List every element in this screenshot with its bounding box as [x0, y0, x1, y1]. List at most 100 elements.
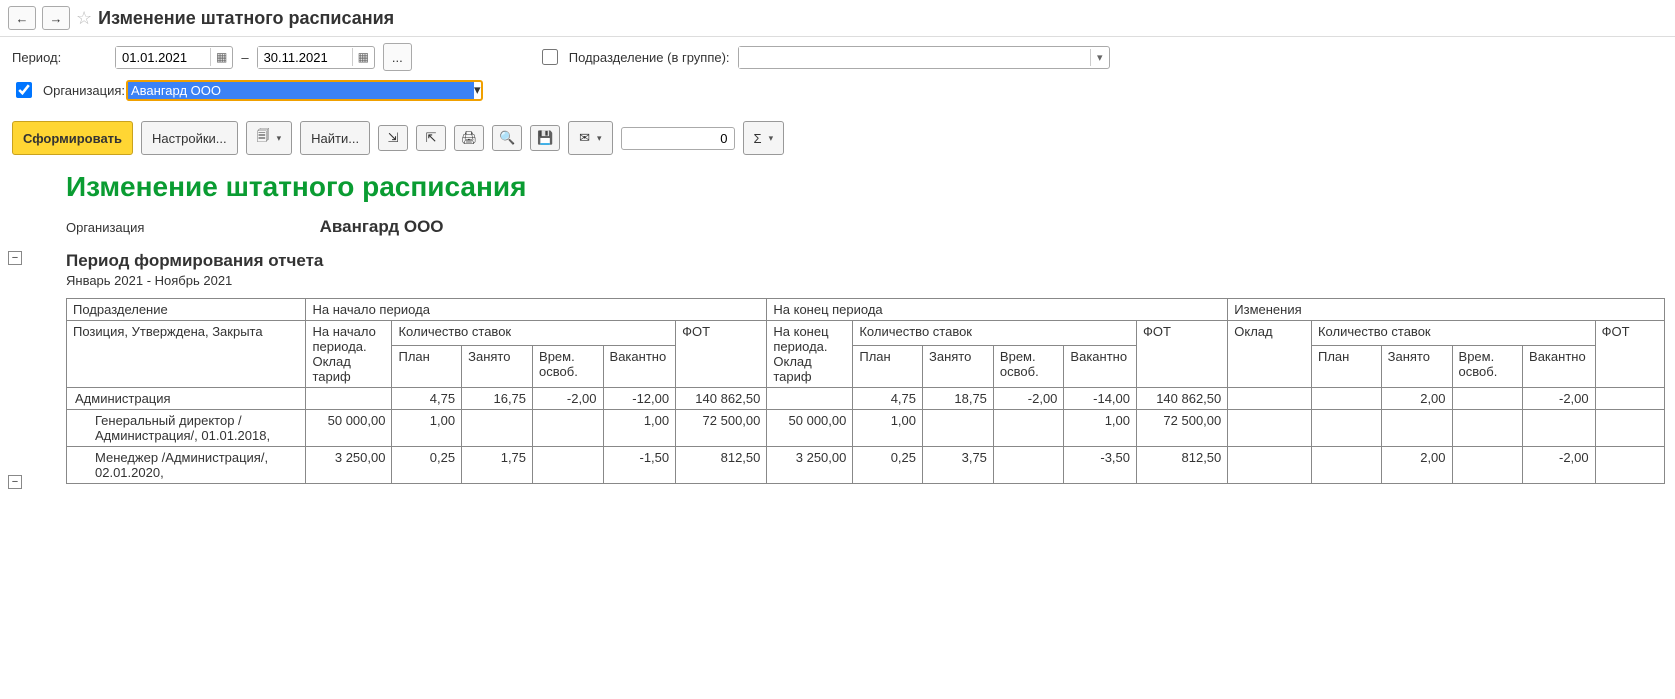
- col-group-change: Изменения: [1228, 299, 1665, 321]
- row-value: 3,75: [923, 447, 994, 484]
- row-value: 0,25: [392, 447, 462, 484]
- period-label: Период:: [12, 50, 107, 65]
- col-change-fot: ФОТ: [1595, 321, 1664, 388]
- collapse-tree-button[interactable]: ⇱: [416, 125, 446, 151]
- date-from-field[interactable]: ▦: [115, 46, 233, 69]
- report-period-heading: Период формирования отчета: [66, 251, 1665, 271]
- row-value: [1595, 410, 1664, 447]
- variants-button[interactable]: 🗐▾: [246, 121, 293, 155]
- preview-button[interactable]: 🔍: [492, 125, 522, 151]
- back-button[interactable]: ←: [8, 6, 36, 30]
- period-picker-button[interactable]: ...: [383, 43, 412, 71]
- row-value: -2,00: [1523, 388, 1596, 410]
- chevron-down-icon[interactable]: ▾: [474, 82, 481, 98]
- department-combo[interactable]: ▾: [738, 46, 1110, 69]
- table-row[interactable]: Генеральный директор /Администрация/, 01…: [67, 410, 1665, 447]
- table-row[interactable]: Администрация4,7516,75-2,00-12,00140 862…: [67, 388, 1665, 410]
- row-value: [533, 447, 604, 484]
- number-input[interactable]: [621, 127, 735, 150]
- chevron-down-icon: ▾: [277, 133, 282, 144]
- col-temp: Врем. освоб.: [533, 345, 604, 387]
- tree-collapse-root[interactable]: −: [8, 251, 22, 265]
- report-org-value: Авангард ООО: [320, 217, 444, 236]
- col-busy: Занято: [462, 345, 533, 387]
- report-org-label: Организация: [66, 220, 316, 235]
- organization-input[interactable]: [128, 82, 474, 99]
- row-value: 3 250,00: [767, 447, 853, 484]
- sigma-button[interactable]: Σ▾: [743, 121, 785, 155]
- department-checkbox[interactable]: [542, 49, 558, 65]
- col-end-tariff: На конец периода. Оклад тариф: [767, 321, 853, 388]
- floppy-icon: 💾: [537, 130, 553, 146]
- settings-button-label: Настройки...: [152, 131, 227, 146]
- expand-tree-button[interactable]: ⇲: [378, 125, 408, 151]
- col-vacant: Вакантно: [1064, 345, 1137, 387]
- calendar-icon[interactable]: ▦: [210, 48, 232, 66]
- row-value: [1311, 388, 1381, 410]
- col-start-stakes: Количество ставок: [392, 321, 676, 346]
- row-value: [1452, 447, 1523, 484]
- row-value: 812,50: [1137, 447, 1228, 484]
- row-value: 4,75: [392, 388, 462, 410]
- row-value: -2,00: [993, 388, 1064, 410]
- send-button[interactable]: ✉▾: [568, 121, 612, 155]
- favorite-star-icon[interactable]: ☆: [76, 8, 92, 29]
- row-value: 50 000,00: [306, 410, 392, 447]
- chevron-down-icon: ▾: [769, 133, 774, 144]
- col-group-end: На конец периода: [767, 299, 1228, 321]
- row-value: [1595, 447, 1664, 484]
- col-end-stakes: Количество ставок: [853, 321, 1137, 346]
- row-value: 140 862,50: [1137, 388, 1228, 410]
- collapse-icon: ⇱: [426, 130, 437, 146]
- date-to-field[interactable]: ▦: [257, 46, 375, 69]
- report-period-value: Январь 2021 - Ноябрь 2021: [66, 273, 1665, 288]
- col-temp: Врем. освоб.: [1452, 345, 1523, 387]
- organization-label: Организация:: [43, 83, 118, 98]
- date-from-input[interactable]: [116, 47, 210, 68]
- find-button-label: Найти...: [311, 131, 359, 146]
- row-value: [1381, 410, 1452, 447]
- print-button[interactable]: 🖨: [454, 125, 484, 151]
- row-value: [1228, 410, 1312, 447]
- calendar-icon[interactable]: ▦: [352, 48, 374, 66]
- date-separator: –: [241, 50, 248, 65]
- col-position: Позиция, Утверждена, Закрыта: [67, 321, 306, 388]
- row-label: Администрация: [67, 388, 306, 410]
- row-value: 2,00: [1381, 388, 1452, 410]
- expand-icon: ⇲: [388, 130, 399, 146]
- row-value: [1452, 410, 1523, 447]
- row-value: 1,00: [603, 410, 676, 447]
- table-row[interactable]: Менеджер /Администрация/, 02.01.2020, 3 2…: [67, 447, 1665, 484]
- date-to-input[interactable]: [258, 47, 352, 68]
- save-button[interactable]: 💾: [530, 125, 560, 151]
- generate-button[interactable]: Сформировать: [12, 121, 133, 155]
- organization-checkbox[interactable]: [16, 82, 32, 98]
- department-input[interactable]: [739, 47, 1090, 68]
- forward-button[interactable]: →: [42, 6, 70, 30]
- row-value: [1228, 388, 1312, 410]
- row-value: [767, 388, 853, 410]
- row-label: Генеральный директор /Администрация/, 01…: [67, 410, 306, 447]
- chevron-down-icon: ▾: [597, 133, 602, 144]
- find-button[interactable]: Найти...: [300, 121, 370, 155]
- printer-icon: 🖨: [461, 130, 478, 146]
- col-plan: План: [392, 345, 462, 387]
- row-value: [993, 410, 1064, 447]
- report-table: Подразделение На начало периода На конец…: [66, 298, 1665, 484]
- row-value: 50 000,00: [767, 410, 853, 447]
- department-label: Подразделение (в группе):: [569, 50, 730, 65]
- generate-button-label: Сформировать: [23, 131, 122, 146]
- tree-collapse-row[interactable]: −: [8, 475, 22, 489]
- row-label: Менеджер /Администрация/, 02.01.2020,: [67, 447, 306, 484]
- organization-combo[interactable]: ▾: [126, 80, 483, 101]
- col-change-oklad: Оклад: [1228, 321, 1312, 388]
- chevron-down-icon[interactable]: ▾: [1090, 49, 1109, 66]
- col-start-fot: ФОТ: [676, 321, 767, 388]
- row-value: -2,00: [533, 388, 604, 410]
- col-busy: Занято: [1381, 345, 1452, 387]
- magnifier-icon: 🔍: [499, 130, 515, 146]
- settings-button[interactable]: Настройки...: [141, 121, 238, 155]
- row-value: [1523, 410, 1596, 447]
- row-value: [306, 388, 392, 410]
- col-temp: Врем. освоб.: [993, 345, 1064, 387]
